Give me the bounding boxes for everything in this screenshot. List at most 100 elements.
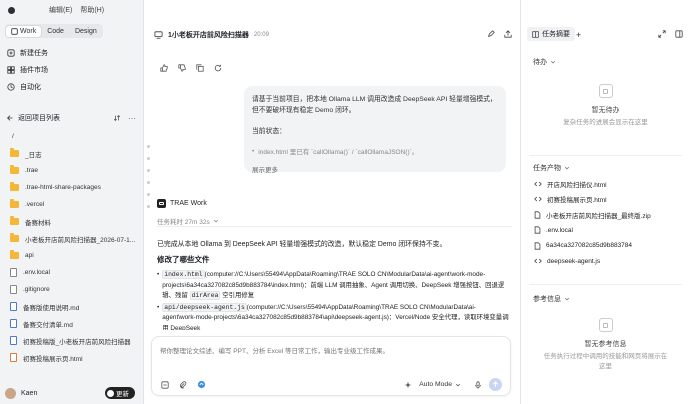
- project-header: 返回项目列表 ···: [6, 113, 136, 123]
- file-code-tag[interactable]: index.html: [162, 270, 205, 279]
- summary-icon: [532, 30, 539, 38]
- chat-input[interactable]: [160, 345, 500, 363]
- file-tree-item[interactable]: .vercel: [0, 196, 143, 213]
- file-tree-item[interactable]: .trae: [0, 162, 143, 179]
- sidebar-item-new-task[interactable]: 新建任务: [0, 44, 143, 61]
- chevron-down-icon: [455, 382, 461, 388]
- microphone-icon[interactable]: [474, 380, 482, 389]
- file-tree-item[interactable]: 初赛投稿版_小老板开店前风险扫描器: [0, 332, 143, 349]
- tab-code[interactable]: Code: [42, 26, 69, 37]
- product-name: 6a34ca327082c85d9b883784: [546, 242, 633, 250]
- task-duration[interactable]: 任务耗时 27m 32s: [157, 216, 219, 226]
- add-tab-icon[interactable]: +: [576, 30, 581, 40]
- sidebar-nav: 新建任务 插件市场 自动化: [0, 44, 143, 95]
- expand-icon[interactable]: [658, 30, 666, 38]
- file-tree-item[interactable]: _日志: [0, 145, 143, 162]
- back-to-projects-link[interactable]: 返回项目列表: [18, 113, 60, 123]
- changed-file-item: • index.html (computer://C:\Users\55494\A…: [157, 270, 509, 302]
- todo-empty-state: 暂无待办 复杂任务的进展会显示在这里: [521, 84, 690, 128]
- file-tree-item[interactable]: .gitignore: [0, 281, 143, 298]
- refresh-icon[interactable]: [214, 64, 222, 72]
- update-button[interactable]: 更新: [105, 387, 135, 399]
- tab-task-summary[interactable]: 任务摘要: [527, 27, 575, 41]
- send-button[interactable]: [489, 378, 502, 391]
- avatar[interactable]: [5, 387, 16, 399]
- paperclip-icon[interactable]: [179, 380, 187, 389]
- sort-icon[interactable]: [113, 114, 121, 122]
- menu-edit[interactable]: 编辑(E): [49, 5, 72, 15]
- arrow-left-icon[interactable]: [6, 114, 14, 122]
- share-icon[interactable]: [504, 30, 512, 38]
- timeline-dots: [147, 145, 151, 215]
- file-tree-item[interactable]: 备赛版使用说明.md: [0, 298, 143, 315]
- markdown-file-icon: [10, 336, 17, 345]
- product-item[interactable]: .env.local: [534, 223, 684, 239]
- file-tree: / _日志 .trae .trae-html-share-packages .verc…: [0, 128, 143, 366]
- file-tree-item[interactable]: .env.local: [0, 264, 143, 281]
- file-icon: [534, 226, 541, 234]
- file-name: 备赛交付清单.md: [23, 321, 73, 329]
- trae-logo-icon: [157, 199, 166, 208]
- code-icon: [534, 195, 542, 203]
- attach-icon[interactable]: [161, 380, 169, 389]
- todo-title: 待办: [533, 59, 547, 66]
- bullet-dot: •: [157, 271, 160, 278]
- file-description-tail: 空引用修复: [220, 292, 255, 300]
- input-tools: [161, 380, 206, 389]
- user-message: 请基于当前项目，把本地 Ollama LLM 调用改造成 DeepSeek AP…: [244, 86, 506, 174]
- sidebar-item-plugin-market[interactable]: 插件市场: [0, 61, 143, 78]
- markdown-file-icon: [10, 319, 17, 328]
- changed-file-text: index.html (computer://C:\Users\55494\App…: [162, 270, 509, 302]
- sidebar-item-automation[interactable]: 自动化: [0, 78, 143, 95]
- thumbs-down-icon[interactable]: [178, 64, 186, 72]
- panel-toggle-icon[interactable]: [675, 30, 683, 38]
- menu-help[interactable]: 帮助(H): [80, 5, 104, 15]
- file-name: .trae: [25, 167, 39, 174]
- more-icon[interactable]: ···: [128, 114, 136, 123]
- file-name: 初赛投稿展示页.html: [23, 355, 83, 363]
- chat-icon: [154, 31, 163, 39]
- file-tree-item[interactable]: api: [0, 247, 143, 264]
- file-tree-item[interactable]: 备赛交付清单.md: [0, 315, 143, 332]
- product-item[interactable]: deepseek-agent.js: [534, 254, 684, 270]
- products-title: 任务产物: [533, 165, 561, 172]
- skill-icon[interactable]: [197, 380, 206, 389]
- file-code-tag[interactable]: api/deepseek-agent.js: [162, 302, 247, 312]
- changed-file-text: api/deepseek-agent.js (computer://C:\User…: [162, 302, 509, 330]
- sparkle-icon: [404, 381, 412, 389]
- file-tree-item[interactable]: .trae-html-share-packages: [0, 179, 143, 196]
- mode-select[interactable]: Auto Mode: [419, 381, 461, 388]
- products-section-header[interactable]: 任务产物: [533, 163, 570, 173]
- file-tree-root[interactable]: /: [0, 128, 143, 145]
- bullet-dot: •: [252, 147, 255, 155]
- empty-box-icon: [598, 318, 613, 332]
- folder-icon: [10, 148, 19, 157]
- product-item[interactable]: 初赛投稿展示页.html: [534, 192, 684, 208]
- copy-icon[interactable]: [196, 64, 204, 72]
- divider: [157, 226, 512, 227]
- product-item[interactable]: 6a34ca327082c85d9b883784: [534, 238, 684, 254]
- panel-actions: [658, 30, 683, 38]
- user-bar: Kaen 更新: [5, 387, 135, 399]
- file-tree-item[interactable]: 小老板开店前风险扫描器_2026-07-1...: [0, 230, 143, 247]
- file-tree-item[interactable]: 备赛材料: [0, 213, 143, 230]
- file-icon: [10, 285, 17, 294]
- thumbs-up-icon[interactable]: [160, 64, 168, 72]
- todo-section-header[interactable]: 待办: [533, 57, 556, 67]
- file-name: 初赛投稿版_小老板开店前风险扫描器: [23, 338, 131, 346]
- product-item[interactable]: 开店风险扫描仪.html: [534, 176, 684, 192]
- folder-icon: [10, 250, 19, 259]
- edit-icon[interactable]: [487, 30, 495, 38]
- folder-icon: [10, 233, 19, 242]
- product-name: deepseek-agent.js: [547, 257, 601, 265]
- file-tree-item[interactable]: 初赛投稿展示页.html: [0, 349, 143, 366]
- product-item[interactable]: 小老板开店前风险扫描器_最终版.zip: [534, 207, 684, 223]
- changed-file-item: • api/deepseek-agent.js (computer://C:\Us…: [157, 302, 509, 330]
- header-actions: [487, 30, 512, 38]
- tab-design[interactable]: Design: [70, 26, 102, 37]
- refs-section-header[interactable]: 参考信息: [533, 294, 570, 304]
- file-name: .vercel: [25, 201, 45, 208]
- tab-work[interactable]: Work: [6, 25, 42, 37]
- show-more-link[interactable]: 展示更多: [252, 164, 498, 174]
- divider: [529, 284, 682, 285]
